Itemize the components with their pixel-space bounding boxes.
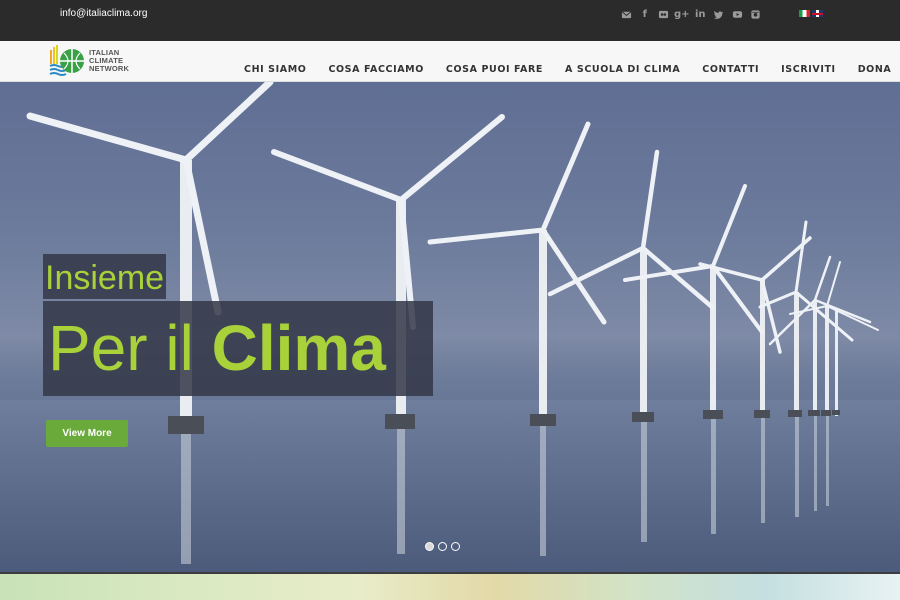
globe-logo-icon [49,45,84,76]
linkedin-icon[interactable]: in [691,7,710,21]
logo-wordmark: ITALIAN CLIMATE NETWORK [89,49,129,73]
facebook-icon[interactable]: f [636,7,655,21]
nav-item-dona[interactable]: DONA [858,64,892,75]
slider-dot-1[interactable] [425,542,434,551]
youtube-icon[interactable] [728,7,747,21]
slider-dot-2[interactable] [438,542,447,551]
nav-item-cosa-facciamo[interactable]: COSA FACCIAMO [328,64,423,75]
main-navbar: ITALIAN CLIMATE NETWORK CHI SIAMO COSA F… [0,41,900,82]
hero-heading-line-2: Per il Clima [43,301,433,396]
primary-menu: CHI SIAMO COSA FACCIAMO COSA PUOI FARE A… [233,64,900,75]
twitter-icon[interactable] [710,7,729,21]
flickr-icon[interactable] [654,7,673,21]
hero-heading-line-1: Insieme [43,254,167,299]
social-links: f g+ in [617,7,765,21]
language-switcher [799,10,823,17]
google-plus-icon[interactable]: g+ [673,7,692,21]
next-section-preview [0,572,900,600]
site-logo[interactable]: ITALIAN CLIMATE NETWORK [49,44,129,78]
nav-item-contatti[interactable]: CONTATTI [702,64,759,75]
logo-line-3: NETWORK [89,64,130,73]
english-flag-icon[interactable] [812,10,823,17]
hero-slider: Insieme Per il Clima View More [0,82,900,572]
view-more-button[interactable]: View More [46,420,128,447]
nav-item-iscriviti[interactable]: ISCRIVITI [781,64,836,75]
nav-item-cosa-puoi-fare[interactable]: COSA PUOI FARE [446,64,543,75]
slider-pagination [425,542,460,551]
instagram-icon[interactable] [747,7,766,21]
top-contact-bar: info@italiaclima.org f g+ in [0,0,900,41]
nav-item-chi-siamo[interactable]: CHI SIAMO [244,64,306,75]
email-icon[interactable] [617,7,636,21]
nav-item-a-scuola-di-clima[interactable]: A SCUOLA DI CLIMA [565,64,680,75]
hero-heading-bold: Clima [211,312,386,384]
contact-email-link[interactable]: info@italiaclima.org [60,8,147,19]
italian-flag-icon[interactable] [799,10,810,17]
slider-dot-3[interactable] [451,542,460,551]
hero-heading-light: Per il [48,312,212,384]
